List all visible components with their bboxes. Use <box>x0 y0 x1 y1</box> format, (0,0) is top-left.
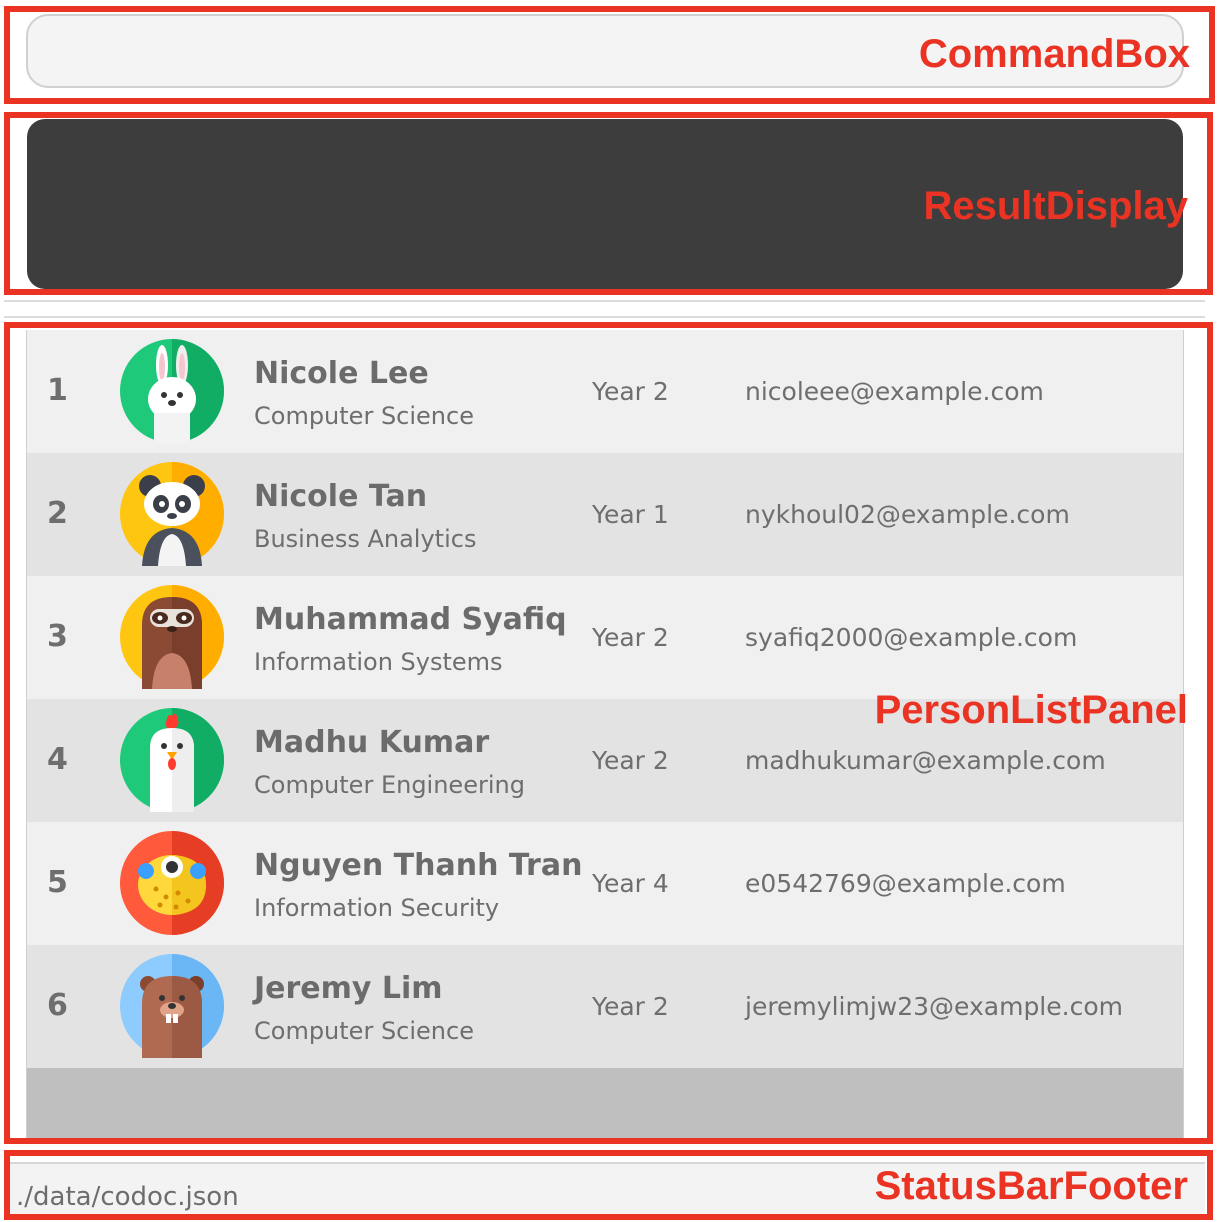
person-name: Nicole Lee <box>254 356 429 391</box>
beaver-icon <box>120 954 224 1058</box>
person-card[interactable]: 3 Muhammad Syafiq Information Systems Ye… <box>27 576 1183 699</box>
person-name: Madhu Kumar <box>254 725 490 760</box>
chicken-icon <box>120 708 224 812</box>
panel-divider <box>4 300 1205 318</box>
person-card[interactable]: 6 Jeremy Lim Computer Science Year 2 jer… <box>27 945 1183 1068</box>
person-major: Computer Science <box>254 402 474 430</box>
sloth-icon <box>120 585 224 689</box>
person-year: Year 2 <box>592 623 669 652</box>
person-name: Jeremy Lim <box>254 971 443 1006</box>
person-index: 6 <box>47 988 68 1023</box>
panda-icon <box>120 462 224 566</box>
person-email: jeremylimjw23@example.com <box>745 992 1123 1021</box>
person-year: Year 4 <box>592 869 669 898</box>
person-major: Information Systems <box>254 648 503 676</box>
person-name: Nguyen Thanh Tran <box>254 848 583 883</box>
rabbit-icon <box>120 339 224 443</box>
person-name: Muhammad Syafiq <box>254 602 567 637</box>
person-major: Information Security <box>254 894 500 922</box>
person-year: Year 2 <box>592 377 669 406</box>
person-email: syafiq2000@example.com <box>745 623 1078 652</box>
result-display-label: ResultDisplay <box>923 184 1188 228</box>
person-name: Nicole Tan <box>254 479 428 514</box>
person-index: 5 <box>47 865 68 900</box>
person-major: Computer Engineering <box>254 771 525 799</box>
status-file-path: ./data/codoc.json <box>16 1182 239 1212</box>
person-list-panel[interactable]: 1 Nicole Lee Computer Science Year 2 nic… <box>26 330 1184 1138</box>
person-card[interactable]: 1 Nicole Lee Computer Science Year 2 nic… <box>27 330 1183 453</box>
person-year: Year 2 <box>592 992 669 1021</box>
person-card[interactable]: 5 Nguyen Thanh Tran Information Security… <box>27 822 1183 945</box>
person-email: nykhoul02@example.com <box>745 500 1070 529</box>
person-email: nicoleee@example.com <box>745 377 1044 406</box>
person-index: 4 <box>47 742 68 777</box>
person-year: Year 2 <box>592 746 669 775</box>
status-bar-footer-label: StatusBarFooter <box>874 1164 1188 1208</box>
person-card[interactable]: 2 Nicole Tan Business Analytics Year 1 n… <box>27 453 1183 576</box>
command-box-label: CommandBox <box>918 32 1190 76</box>
person-email: e0542769@example.com <box>745 869 1066 898</box>
person-major: Business Analytics <box>254 525 477 553</box>
person-index: 3 <box>47 619 68 654</box>
person-index: 1 <box>47 373 68 408</box>
person-list-panel-label: PersonListPanel <box>874 688 1188 732</box>
person-index: 2 <box>47 496 68 531</box>
person-email: madhukumar@example.com <box>745 746 1106 775</box>
person-year: Year 1 <box>592 500 669 529</box>
pufferfish-icon <box>120 831 224 935</box>
person-major: Computer Science <box>254 1017 474 1045</box>
